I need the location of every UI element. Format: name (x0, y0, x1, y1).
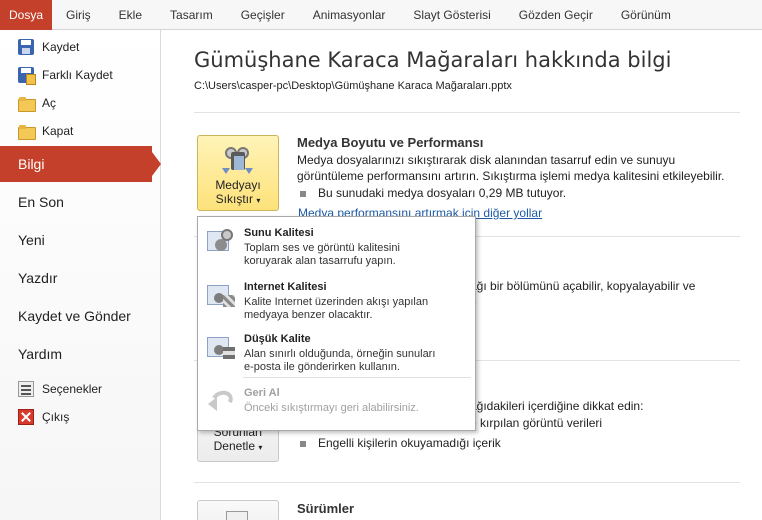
prepare-bullet-2: Engelli kişilerin okuyamadığı içerik (300, 436, 501, 450)
nav-recent[interactable]: En Son (0, 184, 161, 220)
tab-file[interactable]: Dosya (0, 0, 52, 30)
media-section-text-2: görüntüleme performansını artırın. Sıkış… (297, 169, 725, 183)
tab-insert[interactable]: Ekle (105, 0, 156, 30)
exit-icon (18, 409, 34, 425)
low-quality-icon (205, 331, 237, 363)
tab-review[interactable]: Gözden Geçir (505, 0, 607, 30)
menu-item-description: Önceki sıkıştırmayı geri alabilirsiniz. (244, 402, 419, 414)
tab-slide-show[interactable]: Slayt Gösterisi (399, 0, 504, 30)
exit-command[interactable]: Çıkış (0, 403, 161, 431)
undo-icon (205, 385, 237, 417)
tab-animations[interactable]: Animasyonlar (299, 0, 400, 30)
nav-new[interactable]: Yeni (0, 222, 161, 258)
manage-versions-button[interactable] (197, 500, 279, 520)
options-command[interactable]: Seçenekler (0, 375, 161, 403)
menu-item-low-quality[interactable]: Düşük Kalite Alan sınırlı olduğunda, örn… (199, 325, 474, 377)
open-folder-icon (18, 95, 36, 112)
close-folder-icon (18, 123, 36, 140)
menu-item-title: Geri Al (244, 387, 280, 399)
nav-save-send[interactable]: Kaydet ve Gönder (0, 298, 161, 334)
media-section-heading: Medya Boyutu ve Performansı (297, 135, 484, 150)
open-command[interactable]: Aç (0, 89, 161, 117)
compress-media-button[interactable]: Medyayı Sıkıştır ▾ (197, 135, 279, 211)
save-command[interactable]: Kaydet (0, 33, 161, 61)
backstage-nav: Kaydet Farklı Kaydet Aç Kapat Bilgi En S… (0, 30, 161, 520)
compress-media-label-2: Sıkıştır (215, 192, 253, 206)
tab-design[interactable]: Tasarım (156, 0, 227, 30)
versions-heading: Sürümler (297, 501, 355, 516)
menu-item-presentation-quality[interactable]: Sunu Kalitesi Toplam ses ve görüntü kali… (199, 219, 474, 271)
ribbon-tab-bar: Dosya Giriş Ekle Tasarım Geçişler Animas… (0, 0, 762, 30)
prepare-bullet-1: e kırpılan görüntü verileri (470, 416, 603, 430)
internet-quality-icon (205, 279, 237, 311)
exit-label: Çıkış (42, 410, 70, 424)
tab-home[interactable]: Giriş (52, 0, 105, 30)
compress-media-label-1: Medyayı (215, 178, 261, 192)
chevron-down-icon: ▾ (256, 196, 261, 205)
menu-item-undo: Geri Al Önceki sıkıştırmayı geri alabili… (199, 379, 474, 419)
media-size-bullet: Bu sunudaki medya dosyaları 0,29 MB tutu… (300, 186, 566, 200)
save-as-command[interactable]: Farklı Kaydet (0, 61, 161, 89)
menu-item-description: Kalite Internet üzerinden akışı yapılan … (244, 296, 429, 321)
menu-item-title: Düşük Kalite (244, 333, 311, 345)
options-label: Seçenekler (42, 382, 103, 396)
menu-item-internet-quality[interactable]: Internet Kalitesi Kalite Internet üzerin… (199, 273, 474, 325)
tab-transitions[interactable]: Geçişler (227, 0, 299, 30)
close-command[interactable]: Kapat (0, 117, 161, 145)
media-section-text-1: Medya dosyalarınızı sıkıştırarak disk al… (297, 153, 676, 167)
compress-media-icon (222, 144, 253, 174)
menu-item-description: Alan sınırlı olduğunda, örneğin sunuları… (244, 348, 436, 373)
menu-separator (243, 377, 471, 378)
tab-view[interactable]: Görünüm (607, 0, 685, 30)
save-as-icon (18, 67, 36, 85)
versions-icon (226, 511, 248, 520)
permissions-text-1: ağı bir bölümünü açabilir, kopyalayabili… (470, 279, 696, 293)
page-title: Gümüşhane Karaca Mağaraları hakkında bil… (194, 48, 672, 72)
options-icon (18, 381, 34, 397)
nav-info[interactable]: Bilgi (0, 146, 161, 182)
compress-media-menu: Sunu Kalitesi Toplam ses ve görüntü kali… (197, 216, 476, 431)
save-as-label: Farklı Kaydet (42, 68, 113, 82)
divider (194, 112, 740, 113)
menu-item-title: Sunu Kalitesi (244, 227, 314, 239)
check-issues-label-2: Denetle (213, 439, 255, 453)
save-label: Kaydet (42, 40, 80, 54)
chevron-down-icon: ▾ (258, 443, 263, 452)
open-label: Aç (42, 96, 57, 110)
save-icon (18, 39, 34, 55)
presentation-quality-icon (205, 225, 237, 257)
nav-print[interactable]: Yazdır (0, 260, 161, 296)
menu-item-title: Internet Kalitesi (244, 281, 327, 293)
file-path: C:\Users\casper-pc\Desktop\Gümüşhane Kar… (194, 80, 512, 92)
close-label: Kapat (42, 124, 74, 138)
divider (194, 482, 740, 483)
prepare-intro-text: ağıdakileri içerdiğine dikkat edin: (470, 399, 644, 413)
nav-help[interactable]: Yardım (0, 336, 161, 372)
menu-item-description: Toplam ses ve görüntü kalitesini koruyar… (244, 242, 400, 267)
